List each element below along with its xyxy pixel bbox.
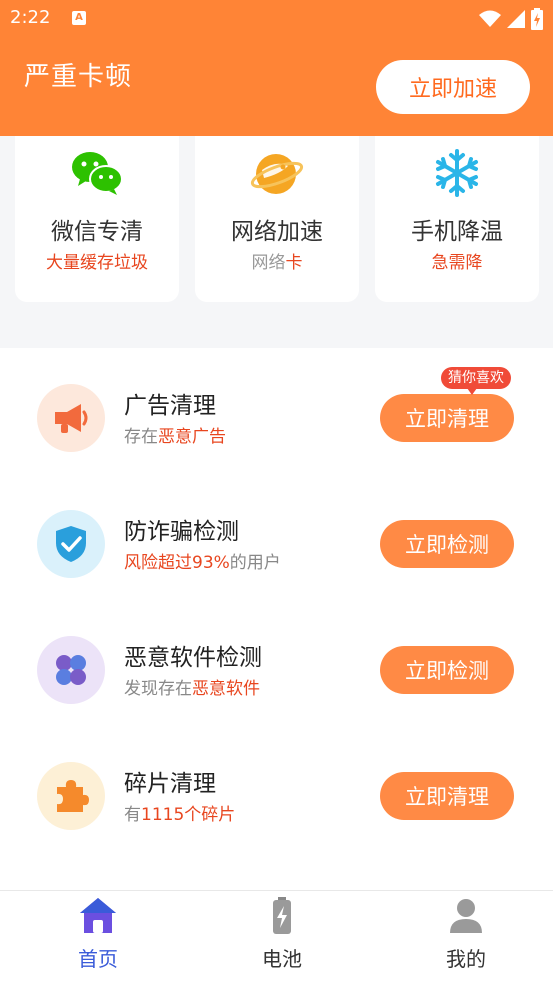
fragment-icon-circle bbox=[37, 762, 105, 830]
fraud-icon-circle bbox=[37, 510, 105, 578]
header: 严重卡顿 立即加速 bbox=[0, 38, 553, 136]
list-item-title: 恶意软件检测 bbox=[124, 645, 262, 671]
list-item-title: 碎片清理 bbox=[124, 771, 216, 797]
signal-icon bbox=[507, 10, 525, 28]
status-time: 2:22 bbox=[10, 7, 51, 28]
fraud-check-button[interactable]: 立即检测 bbox=[380, 520, 514, 568]
subtitle-highlight: 恶意广告 bbox=[158, 427, 226, 447]
subtitle-prefix: 有 bbox=[124, 805, 141, 825]
quick-card-network[interactable]: 网络加速 网络卡 bbox=[195, 136, 359, 302]
list-item-ad-clean: 广告清理 存在恶意广告 猜你喜欢 立即清理 bbox=[0, 348, 553, 474]
status-icons bbox=[479, 8, 543, 30]
subtitle-highlight: 恶意软件 bbox=[192, 679, 260, 699]
ad-clean-button[interactable]: 立即清理 bbox=[380, 394, 514, 442]
subtitle-prefix: 存在 bbox=[124, 427, 158, 447]
tab-profile[interactable]: 我的 bbox=[374, 891, 553, 984]
quick-card-subtitle-prefix: 网络 bbox=[251, 253, 286, 273]
list-item-fraud-check: 防诈骗检测 风险超过93%的用户 立即检测 bbox=[0, 474, 553, 600]
tab-home[interactable]: 首页 bbox=[6, 891, 190, 984]
quick-actions: 微信专清 大量缓存垃圾 网络加速 网络卡 手机降温 急需降 bbox=[0, 136, 553, 348]
list-item-subtitle: 风险超过93%的用户 bbox=[124, 548, 281, 573]
subtitle-prefix: 发现存在 bbox=[124, 679, 192, 699]
quick-card-subtitle: 网络卡 bbox=[195, 248, 359, 273]
battery-status-icon bbox=[531, 8, 543, 30]
list-item-subtitle: 存在恶意广告 bbox=[124, 422, 226, 447]
quick-card-title: 手机降温 bbox=[411, 219, 503, 245]
list-item-subtitle: 有1115个碎片 bbox=[124, 800, 235, 825]
header-title: 严重卡顿 bbox=[24, 62, 133, 92]
malware-check-button[interactable]: 立即检测 bbox=[380, 646, 514, 694]
shield-icon bbox=[56, 526, 86, 562]
quick-card-subtitle: 急需降 bbox=[431, 253, 483, 273]
feature-list: 广告清理 存在恶意广告 猜你喜欢 立即清理 防诈骗检测 风险超过93%的用户 立… bbox=[0, 348, 553, 890]
quick-card-subtitle: 大量缓存垃圾 bbox=[46, 253, 148, 273]
wechat-icon bbox=[72, 152, 123, 195]
list-item-title: 广告清理 bbox=[124, 393, 216, 419]
home-icon bbox=[80, 898, 116, 933]
puzzle-icon bbox=[57, 780, 89, 812]
tab-label: 电池 bbox=[262, 947, 302, 971]
ad-icon-circle bbox=[37, 384, 105, 452]
wifi-icon bbox=[479, 10, 501, 27]
subtitle-highlight: 1115个碎片 bbox=[141, 805, 236, 825]
quick-card-wechat[interactable]: 微信专清 大量缓存垃圾 bbox=[15, 136, 179, 302]
quick-card-title: 微信专清 bbox=[51, 219, 143, 245]
subtitle-suffix: 的用户 bbox=[229, 553, 281, 573]
tab-battery[interactable]: 电池 bbox=[190, 891, 374, 984]
status-bar: 2:22 A bbox=[0, 0, 553, 38]
bottom-tab-bar: 首页 电池 我的 bbox=[0, 890, 553, 984]
list-item-fragment-clean: 碎片清理 有1115个碎片 立即清理 bbox=[0, 726, 553, 852]
planet-icon bbox=[250, 154, 304, 194]
malware-icon-circle bbox=[37, 636, 105, 704]
user-icon bbox=[450, 899, 482, 933]
snowflake-icon bbox=[436, 149, 478, 197]
megaphone-icon bbox=[55, 404, 88, 433]
quick-card-subtitle-highlight: 卡 bbox=[285, 253, 303, 273]
list-item-title: 防诈骗检测 bbox=[124, 519, 239, 545]
list-item-malware-check: 恶意软件检测 发现存在恶意软件 立即检测 bbox=[0, 600, 553, 726]
app-grid-icon bbox=[56, 655, 86, 685]
recommend-badge: 猜你喜欢 bbox=[441, 367, 511, 395]
notification-icon: A bbox=[72, 11, 86, 25]
tab-label: 我的 bbox=[446, 947, 486, 971]
quick-card-cooling[interactable]: 手机降温 急需降 bbox=[375, 136, 539, 302]
accelerate-button[interactable]: 立即加速 bbox=[376, 60, 530, 114]
quick-card-title: 网络加速 bbox=[231, 219, 323, 245]
subtitle-highlight: 风险超过93% bbox=[124, 553, 230, 573]
tab-label: 首页 bbox=[78, 947, 118, 971]
fragment-clean-button[interactable]: 立即清理 bbox=[380, 772, 514, 820]
battery-icon bbox=[273, 897, 291, 934]
list-item-subtitle: 发现存在恶意软件 bbox=[124, 674, 260, 699]
